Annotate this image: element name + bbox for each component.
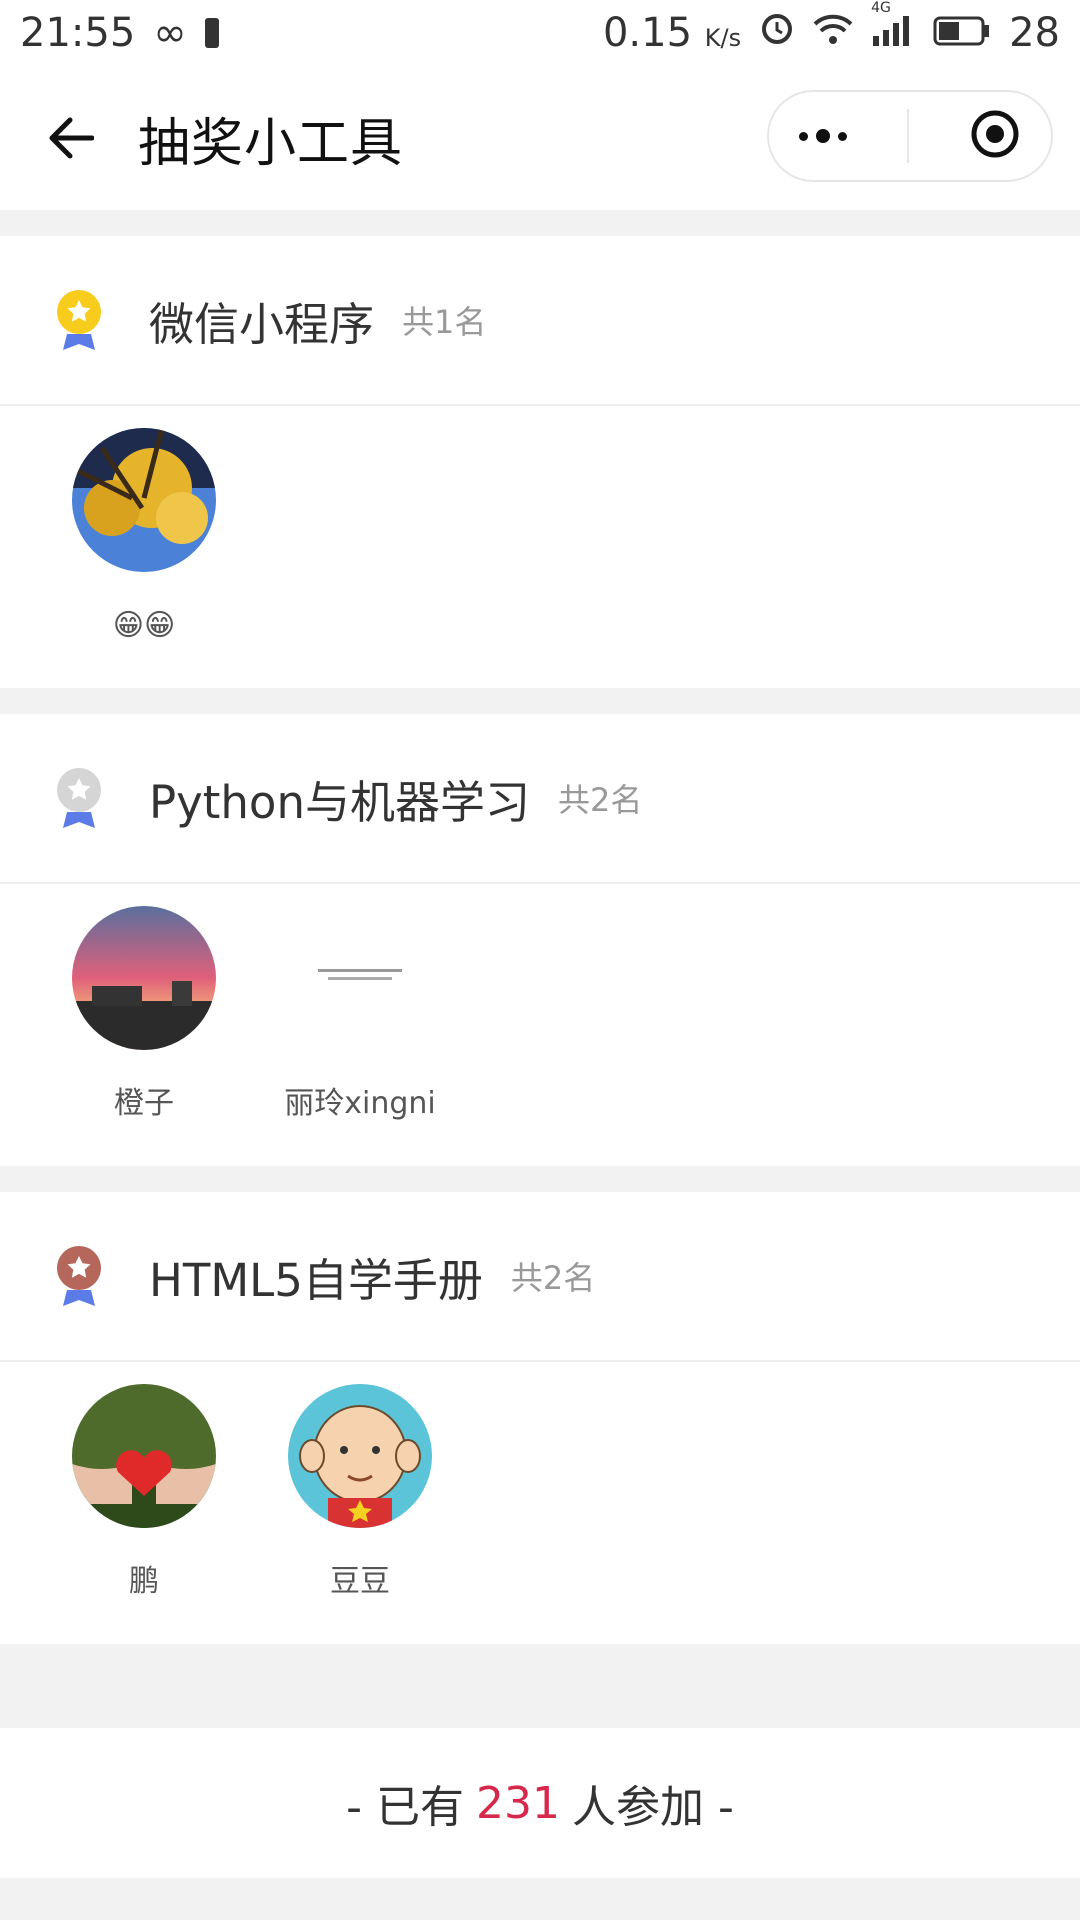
- mini-program-capsule: [767, 90, 1053, 182]
- avatar: [72, 428, 216, 572]
- page-title: 抽奖小工具: [138, 113, 404, 174]
- infinity-icon: ∞: [153, 10, 187, 56]
- wifi-icon: [813, 10, 853, 56]
- back-button[interactable]: [40, 108, 100, 168]
- section-gap: [0, 210, 1080, 236]
- footer-suffix: 人参加 -: [571, 1782, 734, 1833]
- battery-saver-icon: [204, 18, 219, 48]
- more-dots-icon: [799, 129, 847, 143]
- silver-medal-icon: [57, 768, 101, 828]
- prize-section: HTML5自学手册 共2名 鹏 豆豆: [0, 1192, 1080, 1644]
- prize-name: 微信小程序: [149, 297, 375, 351]
- prize-section: 微信小程序 共1名 😁😁: [0, 236, 1080, 688]
- prize-header: HTML5自学手册 共2名: [0, 1192, 1080, 1362]
- gold-medal-icon: [57, 290, 101, 350]
- close-mini-program-button[interactable]: [969, 108, 1021, 164]
- prize-name: Python与机器学习: [149, 775, 530, 829]
- footer-prefix: - 已有: [346, 1782, 464, 1833]
- winner-name: 橙子: [114, 1086, 174, 1121]
- nav-bar: 抽奖小工具: [0, 66, 1080, 210]
- winners-list: 橙子 丽玲xingni: [0, 884, 1080, 1166]
- prize-count: 共2名: [510, 1259, 596, 1297]
- battery-level: 28: [1009, 10, 1060, 56]
- prize-header: 微信小程序 共1名: [0, 236, 1080, 406]
- winner-item[interactable]: 橙子: [36, 906, 252, 1124]
- network-speed-unit: K/s: [704, 24, 742, 52]
- winner-item[interactable]: 😁😁: [36, 428, 252, 646]
- prize-name: HTML5自学手册: [149, 1253, 483, 1307]
- arrow-left-icon: [49, 117, 94, 159]
- more-button[interactable]: [799, 129, 847, 143]
- participants-footer: - 已有 231 人参加 -: [0, 1728, 1080, 1878]
- battery-icon: [933, 10, 991, 56]
- footer-gap: [0, 1644, 1080, 1728]
- signal-icon: 4G: [871, 0, 915, 56]
- status-bar: 21:55 ∞ 0.15 K/s 4G 28: [0, 0, 1080, 66]
- winner-item[interactable]: 丽玲xingni: [252, 906, 468, 1124]
- winner-name: 豆豆: [330, 1564, 390, 1599]
- target-icon: [971, 110, 1019, 158]
- winners-list: 😁😁: [0, 406, 1080, 688]
- bronze-medal-icon: [57, 1246, 101, 1306]
- avatar: [288, 1384, 432, 1528]
- winner-name: 鹏: [129, 1564, 159, 1599]
- status-time: 21:55: [20, 10, 136, 56]
- winner-item[interactable]: 鹏: [36, 1384, 252, 1602]
- avatar: [72, 1384, 216, 1528]
- network-speed: 0.15: [602, 10, 693, 56]
- capsule-divider: [907, 109, 909, 163]
- winner-item[interactable]: 豆豆: [252, 1384, 468, 1602]
- prize-count: 共1名: [402, 303, 487, 341]
- prize-section: Python与机器学习 共2名 橙子 丽玲xingni: [0, 714, 1080, 1166]
- avatar: [288, 906, 432, 1050]
- winners-list: 鹏 豆豆: [0, 1362, 1080, 1644]
- section-gap: [0, 688, 1080, 714]
- prize-header: Python与机器学习 共2名: [0, 714, 1080, 884]
- prize-count: 共2名: [557, 781, 643, 819]
- winner-name: 😁😁: [112, 608, 176, 643]
- avatar: [72, 906, 216, 1050]
- section-gap: [0, 1166, 1080, 1192]
- participant-count: 231: [476, 1777, 560, 1829]
- alarm-icon: [759, 10, 795, 56]
- winner-name: 丽玲xingni: [284, 1086, 436, 1121]
